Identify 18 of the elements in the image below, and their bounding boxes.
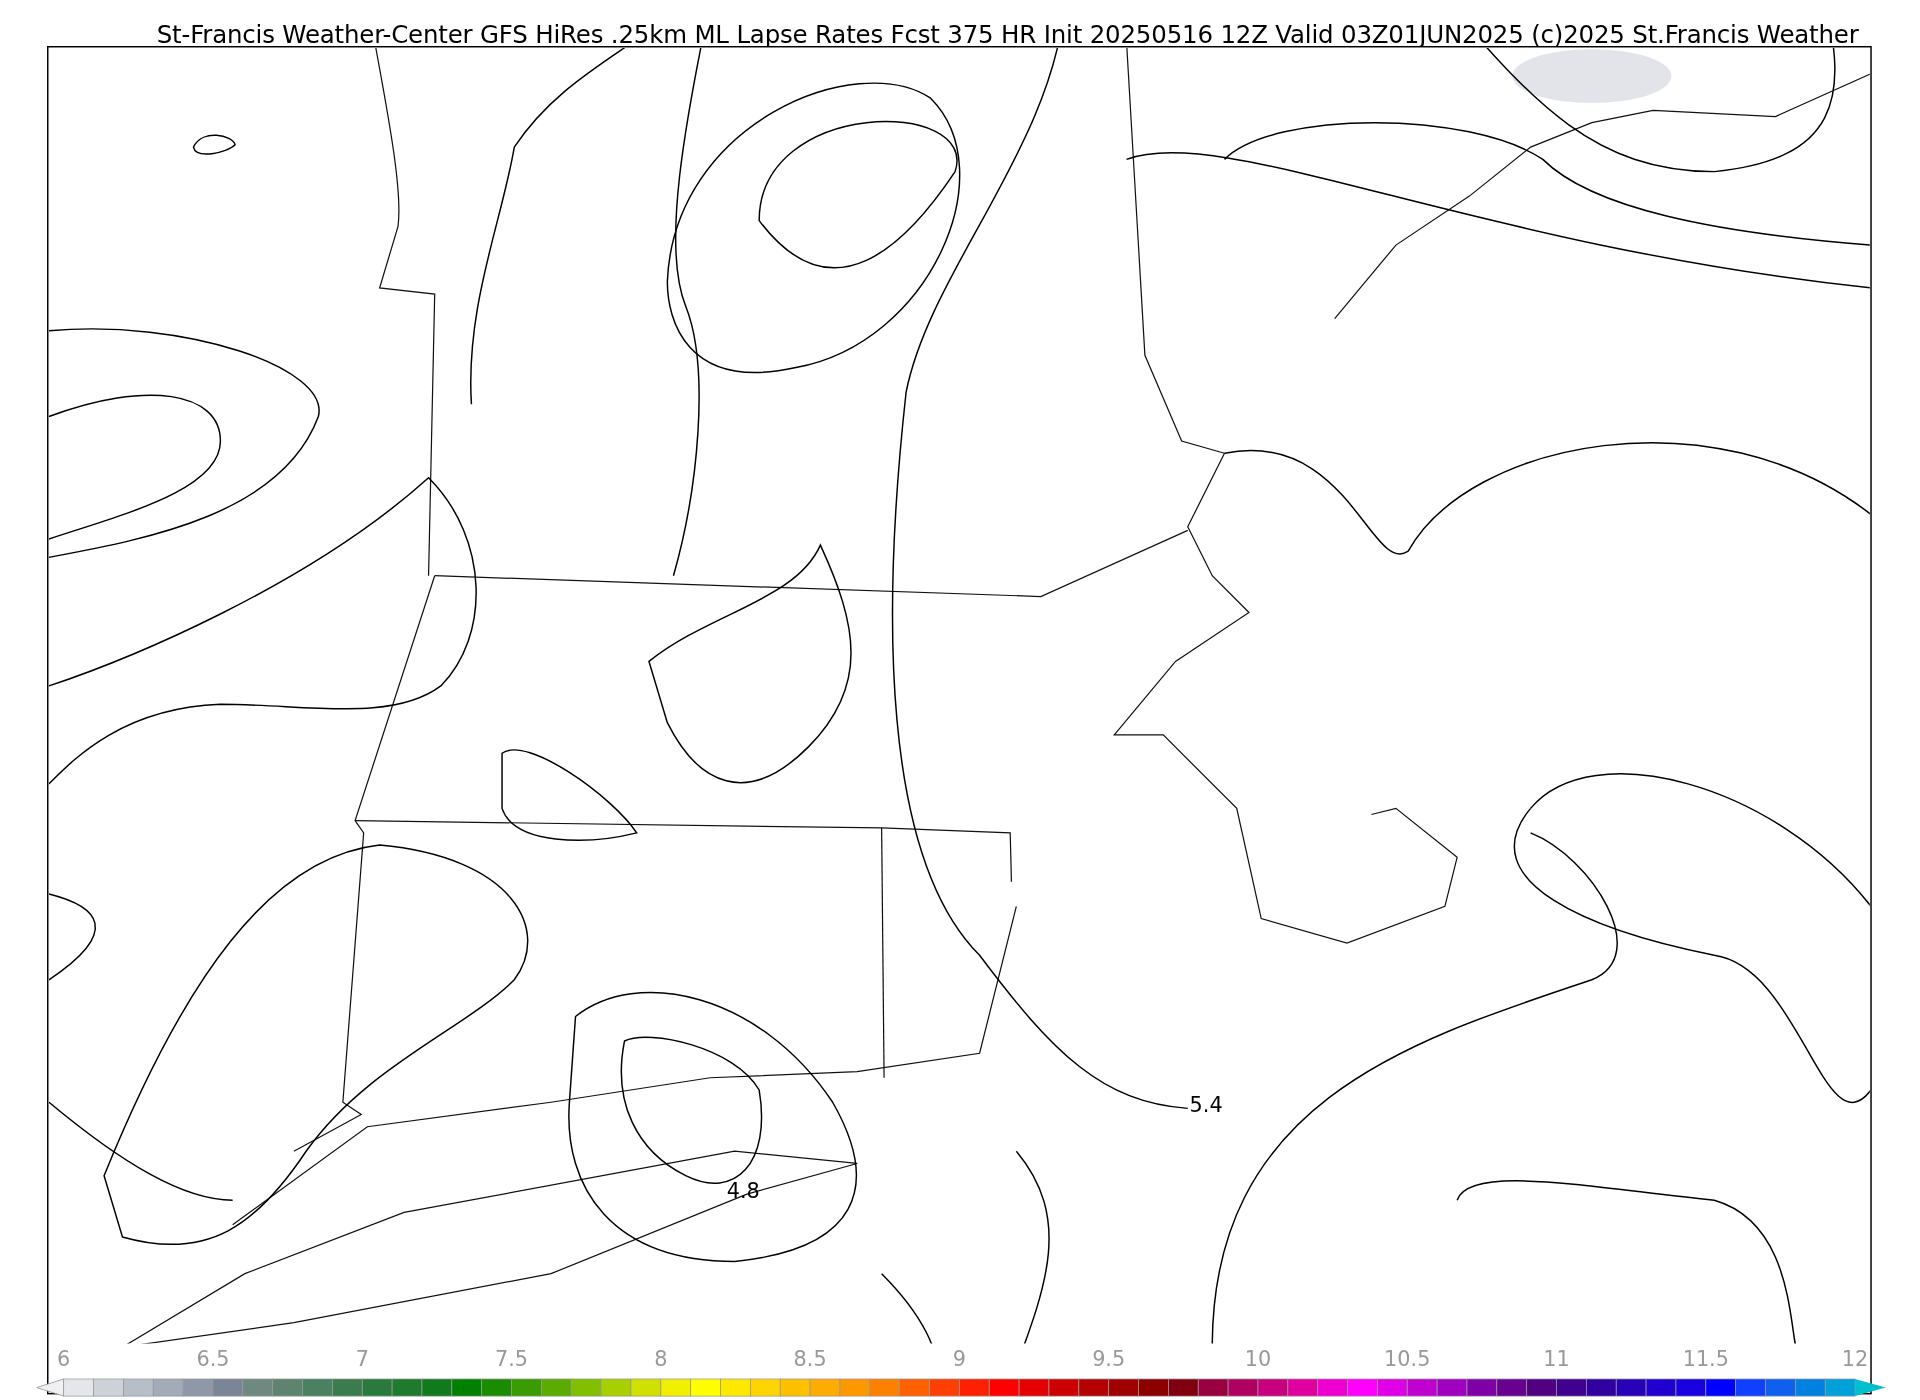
colorbar-tick-label: 7: [355, 1346, 369, 1371]
colorbar-high-arrow: [1855, 1379, 1886, 1397]
colorbar-tick-label: 8: [654, 1346, 668, 1371]
colorbar-tick-label: 10.5: [1384, 1346, 1431, 1371]
colorbar-tick-label: 6.5: [196, 1346, 230, 1371]
colorbar-tick-label: 9.5: [1092, 1346, 1126, 1371]
colorbar-tick-label: 12: [1841, 1346, 1869, 1371]
colorbar-tick-label: 9: [952, 1346, 966, 1371]
contour-label: 5.4: [1189, 1093, 1223, 1118]
colorbar-tick-label: 8.5: [793, 1346, 827, 1371]
colorbar-tick-label: 7.5: [495, 1346, 529, 1371]
map-title: St-Francis Weather-Center GFS HiRes .25km ML Lapse Rates Fcst 375 HR Init 20250516 12Z Valid 03Z01JUN2025 (c)2025 St.Francis Weather: [156, 20, 1859, 50]
colorbar-tick-label: 10: [1244, 1346, 1272, 1371]
colorbar-tick-label: 11: [1543, 1346, 1570, 1371]
colorbar-tick-label: 11.5: [1682, 1346, 1729, 1371]
contour-label: 4.8: [726, 1178, 760, 1203]
colorbar-low-arrow: [36, 1378, 65, 1397]
colorbar-tick-label: 6: [57, 1346, 71, 1371]
